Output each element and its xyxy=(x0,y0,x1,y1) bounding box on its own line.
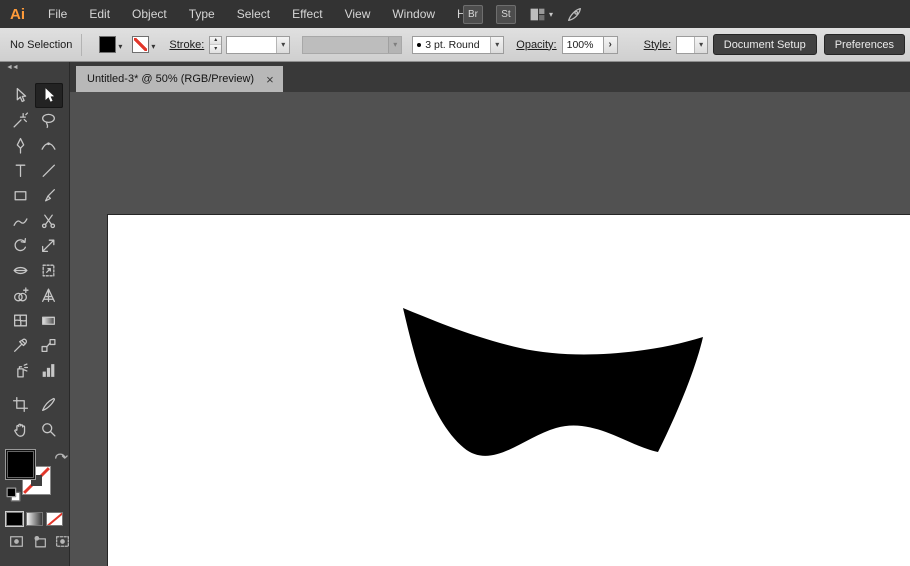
tool-scale[interactable] xyxy=(35,233,64,258)
menu-window[interactable]: Window xyxy=(381,0,446,28)
brush-preview-dot xyxy=(417,43,421,47)
tool-rectangle[interactable] xyxy=(6,183,35,208)
gradient-button[interactable] xyxy=(26,512,43,526)
tool-scissors[interactable] xyxy=(35,208,64,233)
stepper-up-icon[interactable]: ▴ xyxy=(210,37,221,46)
tool-group-divider xyxy=(6,383,63,392)
chevron-down-icon: ▾ xyxy=(549,10,553,19)
workspace-layout-icon xyxy=(529,6,546,23)
tool-column-graph[interactable] xyxy=(35,358,64,383)
tool-artboard[interactable] xyxy=(6,392,35,417)
gpu-performance-icon[interactable] xyxy=(566,6,583,23)
stroke-weight-combo[interactable]: ▾ xyxy=(226,36,290,54)
tool-slice[interactable] xyxy=(35,392,64,417)
app-logo: Ai xyxy=(0,6,37,23)
none-button[interactable] xyxy=(46,512,63,526)
opacity-label[interactable]: Opacity: xyxy=(516,39,556,51)
tool-width[interactable] xyxy=(6,258,35,283)
fill-stroke-indicator xyxy=(5,448,67,504)
workspace-switcher[interactable]: ▾ xyxy=(529,6,553,23)
tool-shape-builder[interactable] xyxy=(6,283,35,308)
drawn-shape-layer xyxy=(390,297,730,477)
control-bar: No Selection ▾ ▾ Stroke: ▴ ▾ ▾ ▾ 3 pt. R… xyxy=(0,28,910,62)
canvas-pasteboard[interactable] xyxy=(70,92,910,566)
menu-type[interactable]: Type xyxy=(178,0,226,28)
document-tab-bar: Untitled-3* @ 50% (RGB/Preview) × xyxy=(70,62,910,92)
menu-select[interactable]: Select xyxy=(226,0,281,28)
draw-normal-icon[interactable] xyxy=(8,533,25,555)
brush-definition-combo[interactable]: 3 pt. Round ▾ xyxy=(412,36,504,54)
tools-grid xyxy=(0,77,69,442)
draw-behind-icon[interactable] xyxy=(31,533,48,555)
document-tab-title: Untitled-3* @ 50% (RGB/Preview) xyxy=(87,73,254,85)
app-bar-icons: Br St ▾ xyxy=(463,0,583,28)
document-tab[interactable]: Untitled-3* @ 50% (RGB/Preview) × xyxy=(76,66,283,92)
color-mode-row xyxy=(0,504,69,526)
menu-view[interactable]: View xyxy=(334,0,382,28)
opacity-value: 100% xyxy=(563,39,603,51)
tool-paintbrush[interactable] xyxy=(35,183,64,208)
preferences-button[interactable]: Preferences xyxy=(824,34,905,55)
panel-collapse-button[interactable]: ◄◄ xyxy=(0,62,69,77)
tool-type[interactable] xyxy=(6,158,35,183)
swap-fill-stroke-icon[interactable] xyxy=(52,448,66,462)
default-fill-stroke-icon[interactable] xyxy=(5,486,21,502)
stroke-weight-stepper[interactable]: ▴ ▾ xyxy=(209,36,222,54)
tool-rotate[interactable] xyxy=(6,233,35,258)
tool-blend[interactable] xyxy=(35,333,64,358)
draw-inside-icon[interactable] xyxy=(54,533,71,555)
stroke-label[interactable]: Stroke: xyxy=(169,39,204,51)
tool-symbol-sprayer[interactable] xyxy=(6,358,35,383)
chevron-down-icon[interactable]: ▾ xyxy=(694,37,707,53)
tool-pen[interactable] xyxy=(6,133,35,158)
brush-definition-value: 3 pt. Round xyxy=(425,39,479,51)
tool-magic-wand[interactable] xyxy=(6,108,35,133)
stroke-color-control: ▾ xyxy=(132,36,157,53)
tool-lasso[interactable] xyxy=(35,108,64,133)
menu-object[interactable]: Object xyxy=(121,0,178,28)
chevron-down-icon: ▾ xyxy=(388,37,401,53)
style-combo[interactable]: ▾ xyxy=(676,36,708,54)
tool-mesh[interactable] xyxy=(6,308,35,333)
chevron-down-icon[interactable]: ▾ xyxy=(151,42,155,51)
drawn-shape[interactable] xyxy=(403,308,703,456)
tool-free-transform[interactable] xyxy=(35,258,64,283)
tool-selection[interactable] xyxy=(35,83,64,108)
fill-color-swatch[interactable] xyxy=(99,36,116,53)
width-profile-combo-disabled: ▾ xyxy=(302,36,402,54)
style-label[interactable]: Style: xyxy=(644,39,672,51)
stock-icon[interactable]: St xyxy=(496,5,516,24)
color-button[interactable] xyxy=(6,512,23,526)
tool-perspective-grid[interactable] xyxy=(35,283,64,308)
menu-effect[interactable]: Effect xyxy=(281,0,333,28)
tool-direct-selection[interactable] xyxy=(6,83,35,108)
stepper-down-icon[interactable]: ▾ xyxy=(210,45,221,53)
divider xyxy=(81,34,82,56)
tool-hand[interactable] xyxy=(6,417,35,442)
tools-panel: ◄◄ xyxy=(0,62,70,566)
bridge-icon[interactable]: Br xyxy=(463,5,483,24)
menu-edit[interactable]: Edit xyxy=(78,0,121,28)
draw-modes-row xyxy=(0,526,69,555)
tool-gradient[interactable] xyxy=(35,308,64,333)
tool-zoom[interactable] xyxy=(35,417,64,442)
chevron-down-icon[interactable]: ▾ xyxy=(276,37,289,53)
close-icon[interactable]: × xyxy=(266,73,274,86)
chevron-down-icon[interactable]: ▾ xyxy=(118,42,122,51)
illustrator-window: Ai File Edit Object Type Select Effect V… xyxy=(0,0,910,566)
chevron-down-icon[interactable]: ▾ xyxy=(490,37,503,53)
menu-file[interactable]: File xyxy=(37,0,78,28)
opacity-combo[interactable]: 100% xyxy=(562,36,604,54)
stroke-color-swatch[interactable] xyxy=(132,36,149,53)
fill-color-control: ▾ xyxy=(99,36,124,53)
document-setup-button[interactable]: Document Setup xyxy=(713,34,817,55)
selection-status: No Selection xyxy=(10,39,72,51)
tool-curvature[interactable] xyxy=(35,133,64,158)
tool-line-segment[interactable] xyxy=(35,158,64,183)
tool-eyedropper[interactable] xyxy=(6,333,35,358)
menu-bar: Ai File Edit Object Type Select Effect V… xyxy=(0,0,910,28)
tool-shaper[interactable] xyxy=(6,208,35,233)
fill-indicator-swatch[interactable] xyxy=(6,450,35,479)
opacity-flyout-icon[interactable]: › xyxy=(604,36,618,54)
